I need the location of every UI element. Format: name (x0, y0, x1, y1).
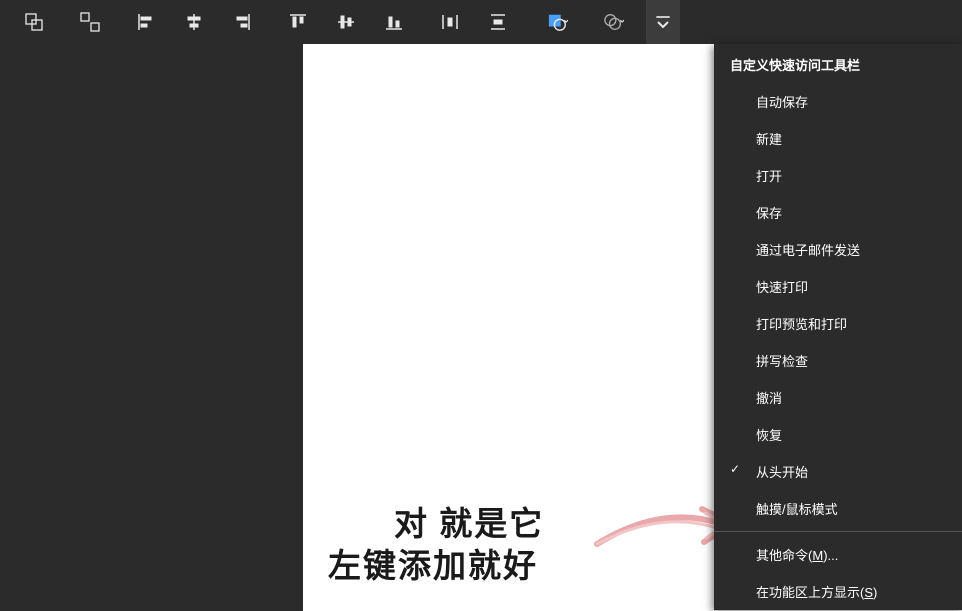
dropdown-item[interactable]: 撤消 (714, 379, 962, 416)
dropdown-item[interactable]: 通过电子邮件发送 (714, 231, 962, 268)
dropdown-item-label: 打印预览和打印 (756, 317, 847, 332)
shape-fill-icon[interactable] (530, 0, 586, 44)
toolbar (0, 0, 962, 44)
dropdown-item-label: 自动保存 (756, 95, 808, 110)
dropdown-item[interactable]: 拼写检查 (714, 342, 962, 379)
distribute-h-icon[interactable] (426, 0, 474, 44)
dropdown-separator (714, 531, 962, 532)
dropdown-item[interactable]: 快速打印 (714, 268, 962, 305)
dropdown-item-label: 打开 (756, 169, 782, 184)
dropdown-item[interactable]: 恢复 (714, 416, 962, 453)
dropdown-item[interactable]: 触摸/鼠标模式 (714, 490, 962, 527)
dropdown-item-label: 恢复 (756, 428, 782, 443)
group-icon[interactable] (10, 0, 58, 44)
dropdown-item-label: 拼写检查 (756, 354, 808, 369)
dropdown-item-label: 触摸/鼠标模式 (756, 502, 838, 517)
align-middle-v-icon[interactable] (322, 0, 370, 44)
align-left-icon[interactable] (122, 0, 170, 44)
dropdown-item-label: 从头开始 (756, 465, 808, 480)
align-center-h-icon[interactable] (170, 0, 218, 44)
customize-qat-dropdown[interactable] (646, 0, 680, 44)
check-icon: ✓ (730, 462, 740, 476)
dropdown-item[interactable]: 打印预览和打印 (714, 305, 962, 342)
dropdown-item-label: 撤消 (756, 391, 782, 406)
dropdown-header: 自定义快速访问工具栏 (714, 44, 962, 83)
dropdown-item-label: 新建 (756, 132, 782, 147)
dropdown-item[interactable]: ✓ 从头开始 (714, 453, 962, 490)
dropdown-item-label: 通过电子邮件发送 (756, 243, 860, 258)
dropdown-item-label: 快速打印 (756, 280, 808, 295)
align-bottom-icon[interactable] (370, 0, 418, 44)
dropdown-item[interactable]: 自动保存 (714, 83, 962, 120)
shape-outline-icon[interactable] (586, 0, 642, 44)
dropdown-item[interactable]: 新建 (714, 120, 962, 157)
dropdown-item-label: 保存 (756, 206, 782, 221)
annotation-line-2: 左键添加就好 (328, 546, 538, 589)
annotation-line-1: 对 就是它 (394, 504, 544, 547)
dropdown-item[interactable]: 保存 (714, 194, 962, 231)
dropdown-item[interactable]: 打开 (714, 157, 962, 194)
distribute-v-icon[interactable] (474, 0, 522, 44)
align-right-icon[interactable] (218, 0, 266, 44)
qat-dropdown-menu: 自定义快速访问工具栏 自动保存新建打开保存通过电子邮件发送快速打印打印预览和打印… (714, 44, 962, 610)
dropdown-show-above-ribbon[interactable]: 在功能区上方显示(S) (714, 573, 962, 610)
ungroup-icon[interactable] (66, 0, 114, 44)
dropdown-more-commands[interactable]: 其他命令(M)... (714, 536, 962, 573)
align-top-icon[interactable] (274, 0, 322, 44)
